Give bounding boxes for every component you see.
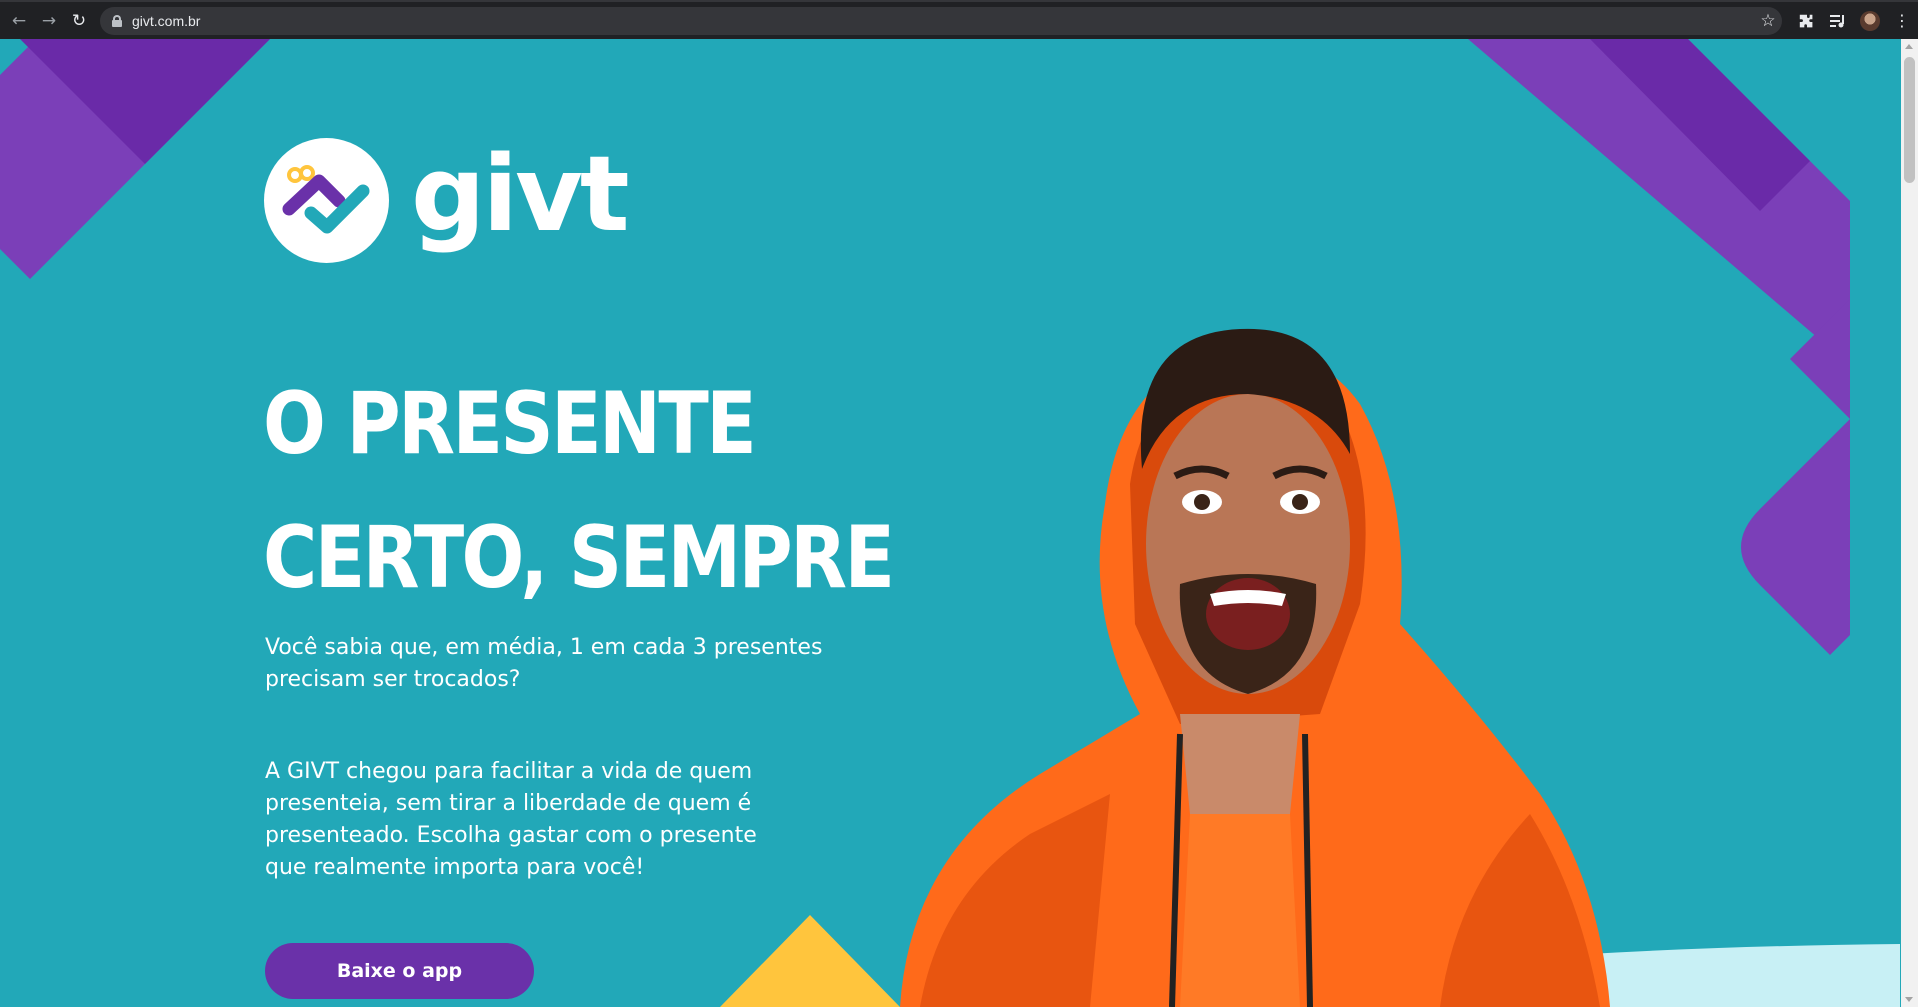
givt-wordmark: givt xyxy=(411,132,630,255)
hero-title: O PRESENTE CERTO, SEMPRE xyxy=(263,357,895,625)
arrow-right-icon: → xyxy=(41,10,57,31)
hero-question-text: Você sabia que, em média, 1 em cada 3 pr… xyxy=(265,635,823,692)
purple-stripes-top-left xyxy=(0,39,270,279)
hero-title-line-1: O PRESENTE xyxy=(263,374,757,474)
hero-person-image xyxy=(900,328,1610,1007)
download-app-button[interactable]: Baixe o app xyxy=(265,943,534,999)
avatar-icon xyxy=(1860,10,1880,31)
reload-button[interactable]: ↻ xyxy=(64,6,94,36)
toolbar-icons: ⋮ xyxy=(1790,7,1918,35)
page-viewport: givt O PRESENTE CERTO, SEMPRE Você sabia… xyxy=(0,39,1918,1007)
url-text[interactable]: givt.com.br xyxy=(132,13,1754,29)
givt-logo-badge xyxy=(264,138,389,263)
hero-title-line-2: CERTO, SEMPRE xyxy=(263,508,895,608)
forward-button[interactable]: → xyxy=(34,6,64,36)
profile-button[interactable] xyxy=(1854,7,1886,35)
hero-description-text: A GIVT chegou para facilitar a vida de q… xyxy=(265,759,757,880)
page-scrollbar[interactable] xyxy=(1901,39,1918,1007)
playlist-icon[interactable] xyxy=(1822,7,1854,35)
scroll-up-icon[interactable] xyxy=(1905,44,1913,49)
reload-icon: ↻ xyxy=(71,10,87,31)
scrollbar-thumb[interactable] xyxy=(1904,57,1915,183)
lock-icon xyxy=(112,14,122,27)
scroll-down-icon[interactable] xyxy=(1905,997,1913,1002)
gift-check-icon xyxy=(282,164,369,233)
kebab-menu-icon[interactable]: ⋮ xyxy=(1886,7,1918,35)
givt-logo[interactable]: givt xyxy=(264,132,630,263)
browser-toolbar: ← → ↻ givt.com.br ☆ ⋮ xyxy=(0,0,1918,39)
back-button[interactable]: ← xyxy=(4,6,34,36)
arrow-left-icon: ← xyxy=(11,10,27,31)
puzzle-icon[interactable] xyxy=(1790,7,1822,35)
star-icon[interactable]: ☆ xyxy=(1754,11,1782,31)
address-bar[interactable]: givt.com.br ☆ xyxy=(100,6,1782,35)
